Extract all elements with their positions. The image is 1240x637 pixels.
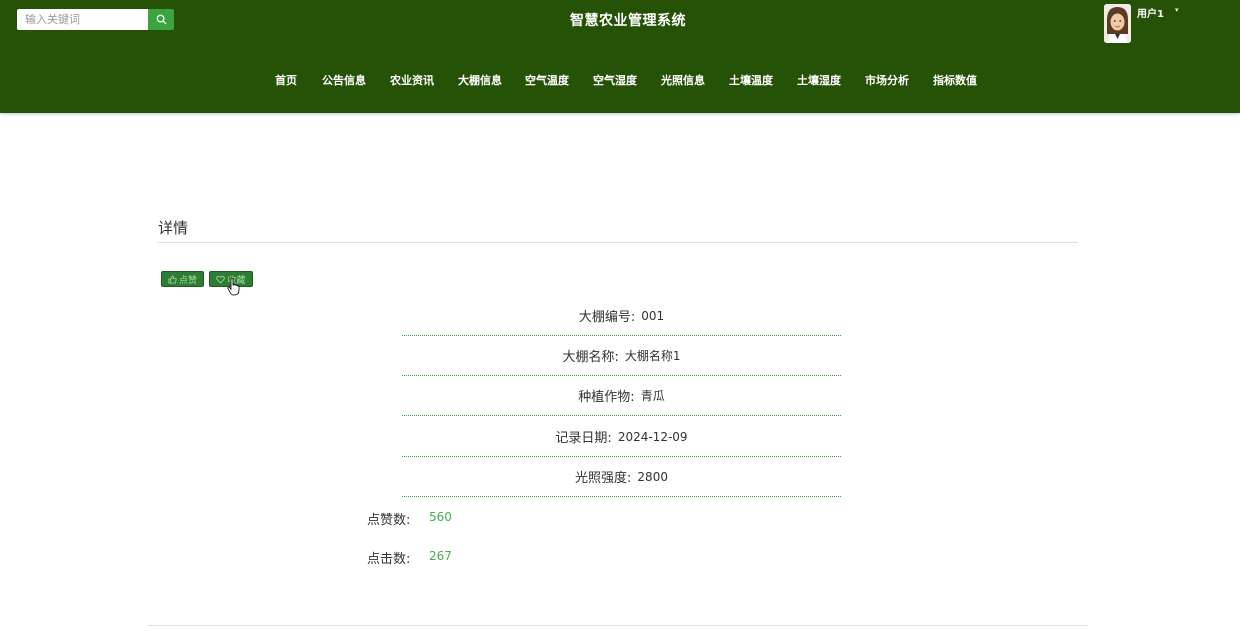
click-count-label: 点击数: (367, 552, 411, 567)
avatar[interactable] (1104, 4, 1131, 43)
detail-row-greenhouse-number: 大棚编号: 001 (402, 296, 841, 336)
field-value: 2024-12-09 (617, 429, 688, 444)
field-label: 大棚编号: (578, 310, 636, 325)
field-label: 种植作物: (578, 390, 635, 405)
nav-item-air-humidity[interactable]: 空气湿度 (593, 72, 637, 88)
detail-row-light-intensity: 光照强度: 2800 (402, 457, 841, 497)
title-divider (157, 242, 1078, 243)
field-value: 大棚名称1 (624, 349, 681, 363)
nav-item-soil-humidity[interactable]: 土壤湿度 (797, 72, 841, 88)
hand-pointer-icon (227, 278, 240, 296)
nav-item-indicator-values[interactable]: 指标数值 (933, 72, 977, 88)
top-header: 智慧农业管理系统 用户1 ▾ 首页 公告信息 农业资讯 大棚信息 空气温度 空气… (0, 0, 1240, 113)
main-nav: 首页 公告信息 农业资讯 大棚信息 空气温度 空气湿度 光照信息 土壤温度 土壤… (0, 72, 1240, 88)
field-value: 001 (641, 308, 665, 323)
field-value: 青瓜 (640, 389, 665, 403)
user-name[interactable]: 用户1 (1137, 5, 1164, 20)
nav-item-market-analysis[interactable]: 市场分析 (865, 72, 909, 88)
thumbs-up-icon (168, 274, 177, 284)
nav-item-greenhouse-info[interactable]: 大棚信息 (458, 72, 502, 88)
page-title: 详情 (158, 219, 189, 237)
field-label: 大棚名称: (562, 350, 619, 365)
chevron-down-icon[interactable]: ▾ (1175, 6, 1179, 14)
like-count-label: 点赞数: (367, 513, 411, 528)
like-button[interactable]: 点赞 (161, 271, 204, 287)
nav-item-light-info[interactable]: 光照信息 (661, 72, 705, 88)
like-button-label: 点赞 (178, 275, 197, 286)
detail-row-greenhouse-name: 大棚名称: 大棚名称1 (402, 336, 841, 376)
detail-row-record-date: 记录日期: 2024-12-09 (402, 417, 841, 457)
field-label: 记录日期: (555, 431, 612, 446)
nav-item-announcements[interactable]: 公告信息 (322, 72, 366, 88)
user-avatar-image (1104, 4, 1131, 43)
nav-item-home[interactable]: 首页 (275, 72, 297, 88)
field-label: 光照强度: (575, 471, 632, 486)
nav-item-soil-temperature[interactable]: 土壤温度 (729, 72, 773, 88)
click-count-value: 267 (429, 549, 452, 563)
like-count-value: 560 (429, 510, 452, 524)
footer-divider (148, 625, 1088, 626)
field-value: 2800 (637, 469, 668, 484)
heart-icon (216, 275, 226, 284)
nav-item-agri-news[interactable]: 农业资讯 (390, 72, 434, 88)
nav-item-air-temperature[interactable]: 空气温度 (525, 72, 569, 88)
site-title: 智慧农业管理系统 (570, 13, 686, 29)
detail-row-crop: 种植作物: 青瓜 (402, 376, 841, 416)
